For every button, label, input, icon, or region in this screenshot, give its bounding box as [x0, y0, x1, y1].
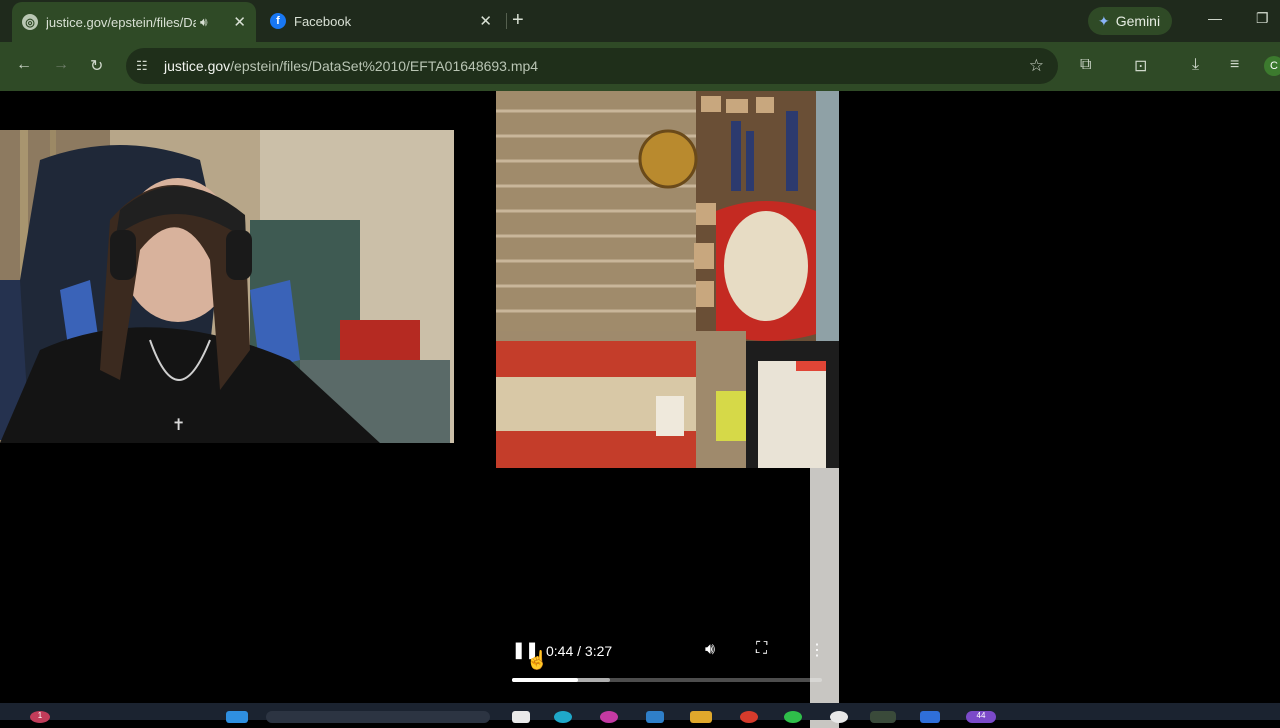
tab-justice[interactable]: ◎ justice.gov/epstein/files/Da 🔊︎ ✕ [12, 2, 256, 42]
more-options-icon[interactable]: ⋮ [809, 640, 825, 660]
seek-bar[interactable] [512, 678, 822, 682]
download-icon[interactable]: ⤓ [1192, 56, 1199, 74]
tab-facebook[interactable]: f Facebook ✕ [262, 0, 502, 42]
page-content: ✝ ❚❚ ☝ 0:44 / 3:27 🔊︎ ⛶ ⋮ [0, 91, 1280, 728]
start-icon[interactable] [226, 711, 248, 723]
taskbar-search[interactable] [266, 711, 490, 723]
webcam-overlay: ✝ [0, 130, 454, 443]
gemini-button[interactable]: ✦ Gemini [1088, 7, 1172, 35]
os-taskbar: 1 44 [0, 703, 1280, 723]
minimize-icon[interactable]: — [1208, 10, 1222, 26]
video-controls: ❚❚ ☝ 0:44 / 3:27 🔊︎ ⛶ ⋮ [502, 636, 832, 686]
browser-toolbar: ← → ↻ ☷ justice.gov/epstein/files/DataSe… [0, 42, 1280, 91]
app-icon-4[interactable] [646, 711, 664, 723]
tab-title: Facebook [294, 13, 352, 29]
forward-icon[interactable]: → [53, 56, 69, 74]
close-tab-icon[interactable]: ✕ [479, 12, 492, 30]
close-tab-icon[interactable]: ✕ [233, 13, 246, 31]
webcam-image: ✝ [0, 130, 454, 443]
app-icon-5[interactable] [740, 711, 758, 723]
tab-strip: ◎ justice.gov/epstein/files/Da 🔊︎ ✕ f Fa… [0, 0, 1280, 42]
speaker-icon[interactable]: 🔊︎ [200, 15, 208, 30]
globe-icon: ◎ [22, 14, 38, 30]
cast-search-icon[interactable]: ⊡ [1134, 56, 1147, 76]
app-icon-2[interactable] [554, 711, 572, 723]
back-icon[interactable]: ← [16, 56, 32, 74]
fullscreen-icon[interactable]: ⛶ [756, 640, 767, 658]
tab-title: justice.gov/epstein/files/Da [46, 14, 196, 30]
media-controls-icon[interactable]: ≡ [1230, 56, 1239, 74]
tab-separator [506, 13, 507, 29]
app-icon-7[interactable] [830, 711, 848, 723]
volume-icon[interactable]: 🔊︎ [705, 641, 715, 659]
app-icon-8[interactable] [920, 711, 940, 723]
site-info-icon[interactable]: ☷ [136, 58, 148, 74]
restore-icon[interactable]: ❐ [1256, 10, 1269, 27]
gemini-sparkle-icon: ✦ [1098, 12, 1110, 29]
video-frame[interactable] [496, 91, 839, 468]
seek-played [512, 678, 578, 682]
facebook-icon: f [270, 13, 286, 29]
address-bar[interactable]: ☷ justice.gov/epstein/files/DataSet%2010… [126, 48, 1058, 84]
app-icon-6[interactable] [784, 711, 802, 723]
folder-icon[interactable] [690, 711, 712, 723]
svg-text:✝: ✝ [172, 415, 185, 434]
video-edge-strip [810, 468, 839, 728]
app-icon-3[interactable] [600, 711, 618, 723]
time-display: 0:44 / 3:27 [546, 643, 613, 659]
bookmark-star-icon[interactable]: ☆ [1029, 56, 1044, 76]
url-text[interactable]: justice.gov/epstein/files/DataSet%2010/E… [164, 58, 538, 74]
app-icon-1[interactable] [512, 711, 530, 723]
notification-badge[interactable]: 1 [30, 711, 50, 723]
mail-badge[interactable]: 44 [966, 711, 996, 723]
extensions-icon[interactable]: ⧉ [1080, 56, 1091, 74]
reload-icon[interactable]: ↻ [90, 56, 103, 76]
gemini-label: Gemini [1115, 13, 1161, 29]
profile-avatar[interactable]: C [1264, 56, 1280, 76]
new-tab-icon[interactable]: + [512, 9, 524, 32]
video-image [496, 91, 839, 468]
chrome-taskbar-icon[interactable] [870, 711, 896, 723]
